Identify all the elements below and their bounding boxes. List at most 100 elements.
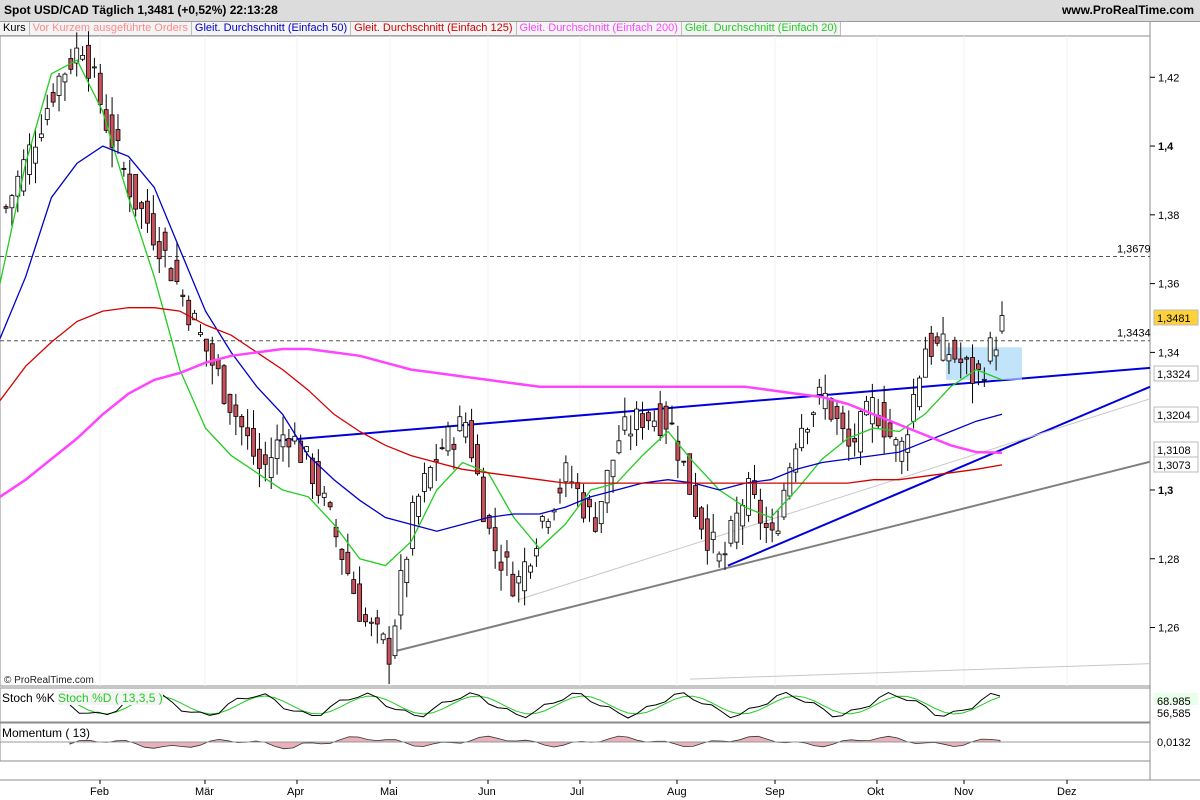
candle-body xyxy=(257,448,262,469)
candle-body xyxy=(840,412,846,430)
candle-body xyxy=(145,200,150,224)
candle-body xyxy=(952,339,958,360)
candle-body xyxy=(50,92,56,103)
candle-body xyxy=(251,428,256,457)
candle-body xyxy=(198,332,203,336)
candle-body xyxy=(693,485,698,517)
candle-body xyxy=(445,426,451,452)
price-chart[interactable]: 1,42 1,4 1,38 1,36 1,34 1,3 1,28 1,26 Feb Mär Apr M… xyxy=(0,0,1200,800)
candle-body xyxy=(534,548,539,557)
candle-body xyxy=(374,617,380,625)
candle-body xyxy=(704,518,710,551)
candle-body xyxy=(958,358,964,364)
price-marker-label: 1,3204 xyxy=(1157,410,1191,422)
candle-body xyxy=(634,408,640,431)
candle-body xyxy=(262,454,268,465)
candle-body xyxy=(669,422,675,425)
candle-body xyxy=(699,507,704,530)
candle-body xyxy=(828,397,834,420)
candle-body xyxy=(911,394,916,422)
candle-body xyxy=(616,440,622,454)
candle-body xyxy=(722,553,728,556)
candle-body xyxy=(728,520,734,544)
y-tick-label: 1,42 xyxy=(1158,72,1179,84)
candle-body xyxy=(498,561,504,571)
momentum-panel-label: Momentum ( 13) xyxy=(2,726,91,740)
trendline xyxy=(517,398,1151,601)
candle-body xyxy=(763,522,769,528)
candle-body xyxy=(469,420,474,459)
candle-body xyxy=(9,195,15,209)
candle-body xyxy=(351,579,357,594)
candle-body xyxy=(716,553,722,562)
candle-body xyxy=(934,336,940,344)
candle-body xyxy=(416,495,421,517)
candle-body xyxy=(439,447,445,450)
candle-body xyxy=(162,231,168,251)
candle-body xyxy=(587,498,592,508)
candle-body xyxy=(651,420,657,428)
candle-body xyxy=(504,551,510,558)
candle-body xyxy=(940,333,946,361)
candle-body xyxy=(150,213,156,246)
candle-body xyxy=(510,573,516,597)
moving-average-line xyxy=(0,145,1003,532)
candle-body xyxy=(339,548,345,560)
stoch-panel-label: Stoch %K Stoch %D ( 13,3,5 ) xyxy=(2,691,163,705)
candle-body xyxy=(528,565,533,573)
x-tick-label: Nov xyxy=(954,786,974,798)
candle-body xyxy=(516,576,522,584)
y-tick-label: 1,34 xyxy=(1158,347,1179,359)
reference-line-label: 1,3434 xyxy=(1117,328,1151,340)
candle-body xyxy=(681,460,687,463)
candle-body xyxy=(869,397,875,425)
candle-body xyxy=(97,72,103,105)
candle-body xyxy=(628,433,634,437)
candle-body xyxy=(380,633,386,641)
candle-body xyxy=(422,473,427,492)
candle-body xyxy=(239,416,245,428)
candle-body xyxy=(62,73,68,83)
candle-body xyxy=(363,614,368,623)
candle-body xyxy=(640,413,645,428)
candle-body xyxy=(227,393,233,413)
candle-body xyxy=(174,259,180,282)
candle-body xyxy=(427,466,433,489)
moving-average-line xyxy=(0,307,1003,484)
candle-body xyxy=(922,348,928,378)
candle-body xyxy=(480,476,486,523)
x-tick-label: Mai xyxy=(380,786,398,798)
stoch-d-label: Stoch %D ( 13,3,5 ) xyxy=(58,691,163,705)
candle-body xyxy=(917,377,922,408)
x-tick-label: Jun xyxy=(478,786,496,798)
candle-body xyxy=(33,146,38,164)
x-tick-label: Okt xyxy=(867,786,884,798)
copyright-label: © ProRealTime.com xyxy=(4,675,94,686)
candle-body xyxy=(987,337,993,362)
y-tick-label: 1,28 xyxy=(1158,554,1179,566)
y-tick-label: 1,26 xyxy=(1158,623,1179,635)
candle-body xyxy=(115,129,121,142)
candle-body xyxy=(663,405,669,430)
candle-body xyxy=(999,315,1005,332)
price-marker-label: 1,3324 xyxy=(1157,369,1191,381)
candle-body xyxy=(398,570,404,616)
candle-body xyxy=(386,637,392,665)
y-tick-label: 1,36 xyxy=(1158,279,1179,291)
candle-body xyxy=(976,363,981,370)
moving-average-line xyxy=(0,59,1003,567)
candle-body xyxy=(964,357,970,360)
momentum-value-label: 0,0132 xyxy=(1157,737,1191,749)
candle-body xyxy=(180,294,186,297)
candle-body xyxy=(404,558,410,583)
candle-body xyxy=(327,502,333,508)
candle-body xyxy=(44,108,50,120)
x-tick-label: Jul xyxy=(570,786,584,798)
x-tick-label: Mär xyxy=(195,786,214,798)
candle-body xyxy=(463,422,469,438)
candle-body xyxy=(215,359,221,370)
y-tick-label: 1,3 xyxy=(1158,485,1173,497)
candle-body xyxy=(221,365,227,404)
candle-body xyxy=(451,443,457,450)
candle-body xyxy=(127,173,133,198)
